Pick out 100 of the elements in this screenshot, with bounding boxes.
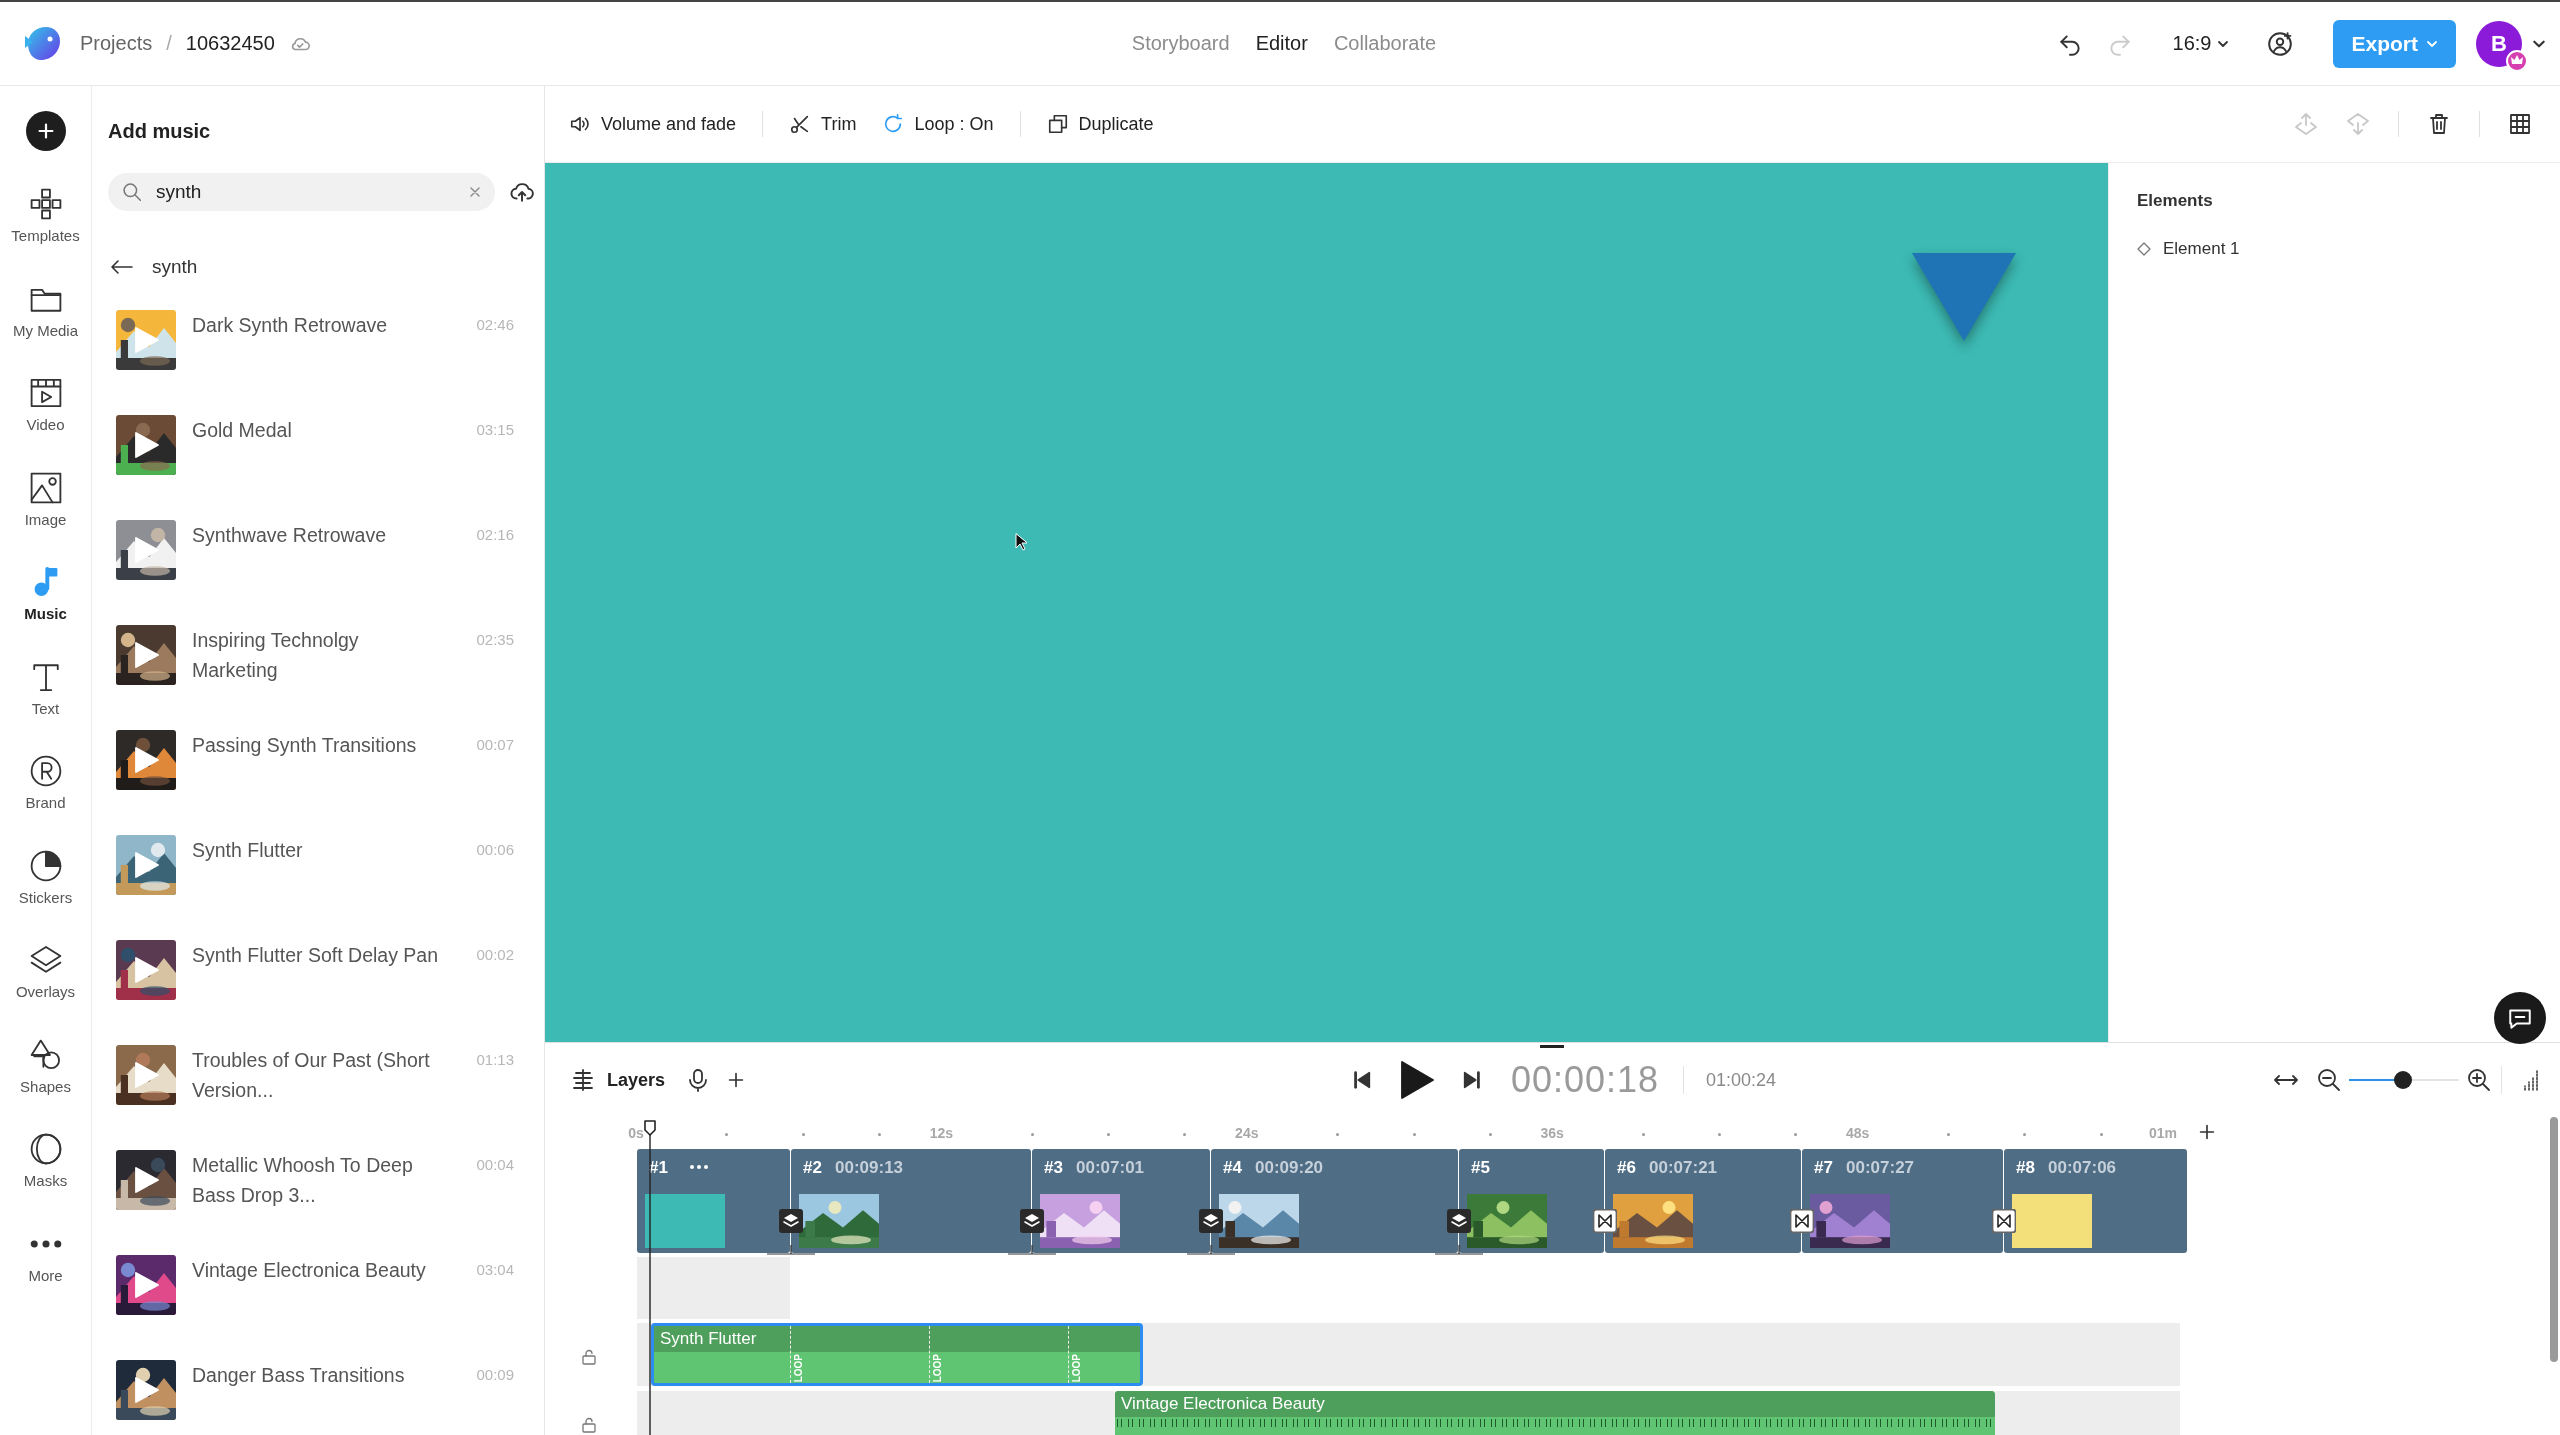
track-duration: 01:13 [475,1051,514,1068]
track-duration: 02:16 [475,526,514,543]
track-title[interactable]: Danger Bass Transitions [192,1360,442,1390]
sidebar-item[interactable]: Templates [0,187,91,282]
scene-clip[interactable]: #7 00:07:27 [1802,1149,2003,1253]
add-person-icon[interactable] [2267,30,2294,57]
microphone-icon[interactable] [687,1068,710,1092]
play-icon[interactable] [134,1166,160,1194]
scene-number: #1 [649,1158,668,1178]
scene-clip[interactable]: #3 00:07:01 [1032,1149,1210,1253]
layers-icon[interactable] [1199,1209,1223,1233]
project-name: 10632450 [185,32,275,55]
track-title[interactable]: Synth Flutter Soft Delay Pan [192,940,442,970]
speaker-button[interactable]: Volume and fade [569,113,737,135]
user-avatar[interactable]: B [2476,20,2522,67]
sidebar-item[interactable]: Image [0,470,91,565]
track-title[interactable]: Metallic Whoosh To Deep Bass Drop 3... [192,1150,442,1210]
scene-number: #3 [1044,1158,1063,1178]
image-icon [28,470,63,505]
play-icon[interactable] [134,1376,160,1404]
scene-clip[interactable]: #8 00:07:06 [2004,1149,2187,1253]
track-duration: 00:02 [475,946,514,963]
clear-icon[interactable] [469,186,481,198]
chat-button[interactable] [2494,992,2546,1044]
templates-icon [28,187,63,221]
play-icon[interactable] [134,1271,160,1299]
back-arrow-icon[interactable] [110,258,134,276]
layers-list-icon [571,1068,595,1092]
ruler-label: 0s [628,1125,644,1141]
track-title[interactable]: Gold Medal [192,415,442,445]
track-title[interactable]: Troubles of Our Past (Short Version... [192,1045,442,1105]
sidebar-item[interactable]: More [0,1226,91,1321]
track-title[interactable]: Inspiring Technolgy Marketing [192,625,442,685]
sidebar-item[interactable]: Stickers [0,848,91,943]
layers-icon[interactable] [1020,1209,1044,1233]
play-icon[interactable] [134,641,160,669]
play-icon[interactable] [134,431,160,459]
anchor-line [1008,1245,1056,1255]
loop-button[interactable]: Loop : On [882,113,994,135]
shapes-icon [28,1037,63,1072]
sidebar-item[interactable]: Video [0,376,91,471]
sidebar-item[interactable]: Shapes [0,1037,91,1132]
more-icon[interactable] [689,1164,709,1170]
track-title[interactable]: Synth Flutter [192,835,442,865]
video-icon [28,376,63,410]
scissors-button[interactable]: Trim [789,113,857,135]
scene-clip[interactable]: #4 00:09:20 [1211,1149,1458,1253]
track-duration: 00:06 [475,841,514,858]
sidebar-item[interactable]: Overlays [0,943,91,1038]
search-field[interactable]: synth [108,173,495,211]
search-icon [122,182,142,202]
play-icon[interactable] [134,746,160,774]
track-title[interactable]: Dark Synth Retrowave [192,310,442,340]
track-title[interactable]: Vintage Electronica Beauty [192,1255,442,1285]
resize-handle[interactable] [1540,1045,1564,1048]
loop-marker: LOOP [932,1354,944,1383]
zoom-out-icon[interactable] [2317,1068,2341,1092]
layers-icon[interactable] [779,1209,803,1233]
scene-clip[interactable]: #5 [1459,1149,1604,1253]
sidebar-item[interactable]: Brand [0,754,91,849]
trash-icon[interactable] [2427,112,2451,136]
loop-marker: LOOP [1071,1354,1083,1383]
play-icon[interactable] [134,851,160,879]
scene-duration: 00:07:06 [2048,1158,2117,1178]
volume-bars-icon[interactable] [2522,1069,2540,1091]
scene-duration: 00:07:21 [1649,1158,1718,1178]
transition-icon[interactable] [1593,1209,1617,1233]
track-duration: 02:46 [475,316,514,333]
sidebar-item[interactable]: Text [0,659,91,754]
search-input[interactable]: synth [154,180,457,204]
zoom-in-icon[interactable] [2467,1068,2491,1092]
lock-icon[interactable] [581,1349,597,1365]
anchor-line [1435,1245,1483,1255]
panel-title: Elements [2137,191,2213,211]
track-title[interactable]: Passing Synth Transitions [192,730,442,760]
scene-clip[interactable]: #1 [637,1149,790,1253]
transition-icon[interactable] [1790,1209,1814,1233]
scrollbar[interactable] [2550,1117,2558,1362]
scene-clip[interactable]: #2 00:09:13 [791,1149,1031,1253]
nav-tab[interactable]: Editor [1255,28,1308,59]
grid-icon[interactable] [2508,112,2532,136]
duplicate-button[interactable]: Duplicate [1046,113,1154,135]
layers-icon[interactable] [1447,1209,1471,1233]
scene-clip[interactable]: #6 00:07:21 [1605,1149,1801,1253]
lock-icon[interactable] [581,1417,597,1433]
layers-button[interactable]: Layers [571,1068,666,1092]
sidebar-item[interactable]: Music [0,565,91,660]
aspect-ratio-dropdown[interactable]: 16:9 [2166,31,2236,56]
add-button[interactable] [25,111,66,151]
cursor-icon [1015,533,1027,551]
play-icon[interactable] [134,956,160,984]
breadcrumb-link[interactable]: Projects [80,32,153,55]
scene-duration: 00:09:13 [835,1158,904,1178]
registered-mark-icon [28,754,63,788]
sidebar-item[interactable]: Masks [0,1132,91,1227]
element-item[interactable]: Element 1 [2163,239,2240,259]
transition-icon[interactable] [1992,1209,2016,1233]
track-title[interactable]: Synthwave Retrowave [192,520,442,550]
play-icon[interactable] [1398,1060,1435,1100]
sidebar-item[interactable]: My Media [0,281,91,376]
